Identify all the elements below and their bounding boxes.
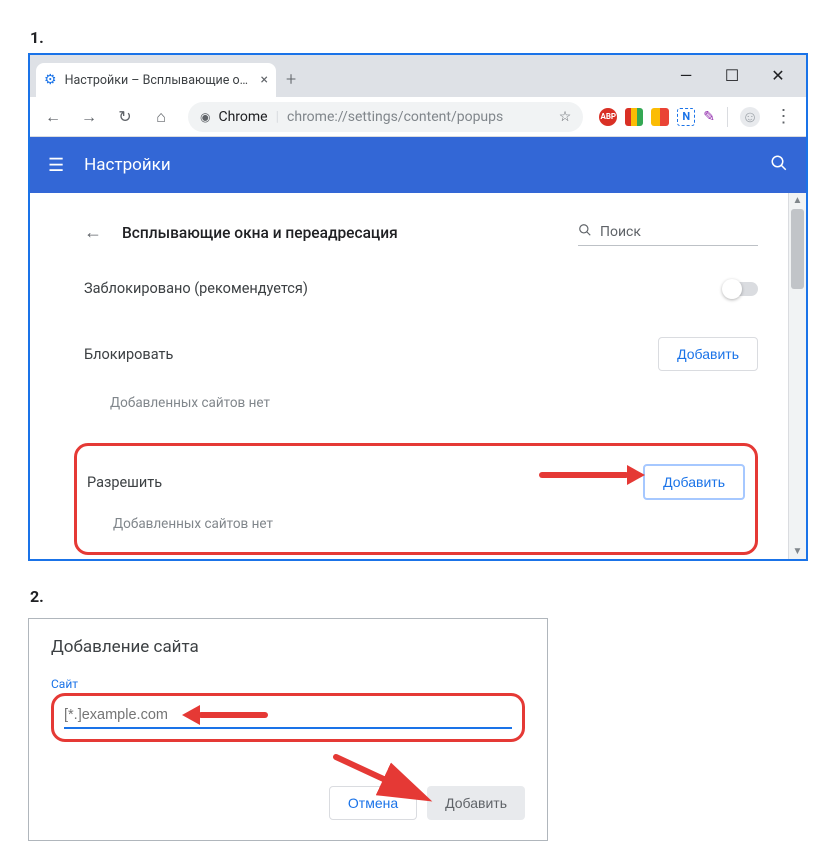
close-icon[interactable]: × — [261, 72, 268, 88]
step-2-label: 2. — [30, 587, 801, 606]
block-add-button[interactable]: Добавить — [658, 337, 758, 371]
allow-empty-note: Добавленных сайтов нет — [83, 512, 749, 550]
n-extension-icon[interactable]: N — [677, 108, 695, 126]
section-title: Всплывающие окна и переадресация — [122, 224, 398, 242]
bookmark-star-icon[interactable]: ☆ — [559, 109, 572, 125]
site-info-icon: ◉ — [200, 110, 210, 124]
abp-extension-icon[interactable]: ABP — [599, 108, 617, 126]
step-1-label: 1. — [30, 28, 801, 47]
scroll-thumb[interactable] — [791, 209, 804, 289]
search-placeholder: Поиск — [600, 224, 641, 240]
omnibox-origin: Chrome — [218, 109, 267, 125]
settings-title: Настройки — [84, 155, 171, 175]
scroll-up-icon[interactable]: ▲ — [789, 195, 806, 206]
home-button[interactable]: ⌂ — [146, 102, 176, 132]
site-field-label: Сайт — [51, 677, 525, 691]
omnibox-separator: | — [276, 109, 279, 125]
dialog-title: Добавление сайта — [51, 637, 525, 657]
allow-section-header: Разрешить Добавить — [83, 452, 749, 512]
blocked-toggle[interactable] — [724, 282, 758, 296]
extensions-row: ABP N ✎ ☺ ⋮ — [599, 102, 798, 132]
omnibox[interactable]: ◉ Chrome | chrome://settings/content/pop… — [188, 102, 583, 132]
site-input[interactable] — [64, 705, 512, 729]
search-icon[interactable] — [770, 154, 788, 177]
block-empty-note: Добавленных сайтов нет — [84, 391, 758, 429]
add-button[interactable]: Добавить — [427, 786, 525, 820]
profile-avatar[interactable]: ☺ — [740, 107, 760, 127]
block-section-header: Блокировать Добавить — [84, 317, 758, 391]
window-close-button[interactable]: ✕ — [756, 61, 800, 89]
bookmark-extension-icon[interactable] — [651, 108, 669, 126]
tab-title: Настройки – Всплывающие окн — [65, 73, 253, 88]
menu-button[interactable]: ⋮ — [768, 102, 798, 132]
cancel-button[interactable]: Отмена — [329, 786, 417, 820]
titlebar: ⚙ Настройки – Всплывающие окн × + — ☐ ✕ — [30, 55, 806, 97]
gear-icon: ⚙ — [44, 73, 57, 87]
blocked-toggle-row: Заблокировано (рекомендуется) — [84, 260, 758, 317]
nav-toolbar: ← → ↻ ⌂ ◉ Chrome | chrome://settings/con… — [30, 97, 806, 137]
block-label: Блокировать — [84, 346, 173, 363]
forward-button[interactable]: → — [74, 102, 104, 132]
add-site-dialog: Добавление сайта Сайт Отмена Добавить — [28, 618, 548, 841]
search-field[interactable]: Поиск — [578, 219, 758, 246]
chrome-window: ⚙ Настройки – Всплывающие окн × + — ☐ ✕ … — [28, 53, 808, 561]
new-tab-button[interactable]: + — [286, 69, 296, 90]
reload-button[interactable]: ↻ — [110, 102, 140, 132]
search-icon — [578, 223, 592, 241]
back-arrow-icon[interactable]: ← — [84, 222, 102, 243]
hamburger-icon[interactable]: ☰ — [48, 155, 64, 176]
flag-extension-icon[interactable] — [625, 108, 643, 126]
back-button[interactable]: ← — [38, 102, 68, 132]
toolbar-separator — [727, 107, 728, 127]
browser-tab[interactable]: ⚙ Настройки – Всплывающие окн × — [36, 63, 276, 97]
highlight-input-box — [51, 693, 525, 742]
window-maximize-button[interactable]: ☐ — [710, 61, 754, 89]
allow-label: Разрешить — [87, 474, 162, 491]
settings-app-bar: ☰ Настройки — [30, 137, 806, 193]
feather-extension-icon[interactable]: ✎ — [703, 109, 715, 125]
highlight-allow-box: Разрешить Добавить Добавленных сайтов не… — [74, 443, 758, 555]
window-minimize-button[interactable]: — — [664, 61, 708, 89]
scrollbar[interactable]: ▲ ▼ — [788, 193, 806, 559]
allow-add-button[interactable]: Добавить — [643, 464, 745, 500]
scroll-down-icon[interactable]: ▼ — [789, 546, 806, 557]
blocked-label: Заблокировано (рекомендуется) — [84, 280, 308, 297]
omnibox-url: chrome://settings/content/popups — [287, 109, 503, 125]
